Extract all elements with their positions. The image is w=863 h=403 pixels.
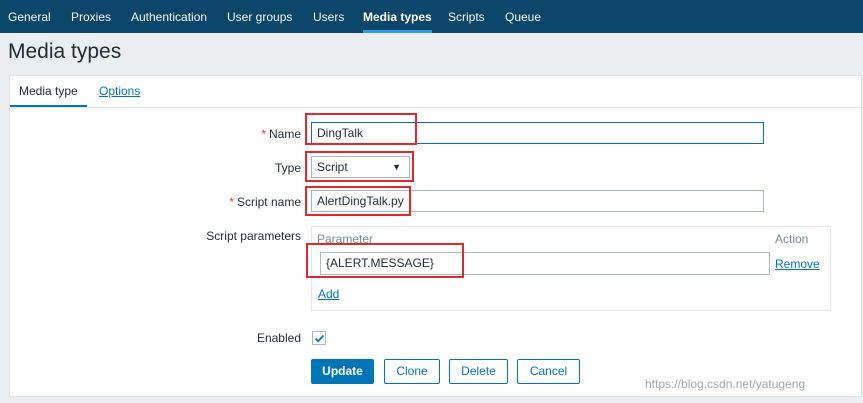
nav-item-general[interactable]: General: [8, 0, 51, 33]
script-name-label-text: Script name: [236, 195, 301, 209]
cancel-button[interactable]: Cancel: [517, 359, 580, 384]
parameter-column-header: Parameter: [317, 232, 374, 246]
tab-media-type[interactable]: Media type: [10, 76, 87, 107]
update-button[interactable]: Update: [311, 359, 374, 384]
script-name-label: * Script name: [229, 195, 301, 209]
nav-item-queue[interactable]: Queue: [505, 0, 541, 33]
script-parameters-table: Parameter Action {ALERT.MESSAGE} Remove …: [311, 226, 831, 311]
parameter-input[interactable]: {ALERT.MESSAGE}: [320, 252, 770, 275]
remove-parameter-link[interactable]: Remove: [775, 257, 820, 271]
add-parameter-link[interactable]: Add: [318, 287, 339, 301]
action-column-header: Action: [775, 232, 809, 246]
nav-item-authentication[interactable]: Authentication: [131, 0, 207, 33]
top-navigation: General Proxies Authentication User grou…: [0, 0, 863, 33]
nav-item-proxies[interactable]: Proxies: [71, 0, 111, 33]
type-select[interactable]: Script ▼: [311, 156, 410, 178]
tab-bar: Media type Options: [10, 76, 861, 108]
script-parameters-label: Script parameters: [206, 229, 301, 243]
nav-item-user-groups[interactable]: User groups: [227, 0, 292, 33]
script-name-input[interactable]: AlertDingTalk.py: [311, 190, 764, 212]
caret-down-icon: ▼: [392, 162, 401, 172]
watermark: https://blog.csdn.net/yatugeng: [645, 377, 806, 391]
checkmark-icon: [314, 334, 325, 343]
required-marker: *: [261, 127, 266, 141]
name-input[interactable]: DingTalk: [311, 122, 764, 144]
enabled-checkbox[interactable]: [312, 331, 326, 345]
nav-item-scripts[interactable]: Scripts: [448, 0, 485, 33]
delete-button[interactable]: Delete: [449, 359, 508, 384]
type-select-value: Script: [317, 160, 348, 174]
nav-item-media-types[interactable]: Media types: [363, 0, 432, 33]
page-title: Media types: [8, 40, 122, 63]
clone-button[interactable]: Clone: [384, 359, 440, 384]
tab-options[interactable]: Options: [99, 76, 140, 106]
nav-item-users[interactable]: Users: [313, 0, 344, 33]
name-label: * Name: [261, 127, 301, 141]
type-label: Type: [274, 161, 301, 175]
enabled-label: Enabled: [256, 331, 301, 345]
required-marker: *: [229, 195, 234, 209]
name-label-text: Name: [268, 127, 301, 141]
